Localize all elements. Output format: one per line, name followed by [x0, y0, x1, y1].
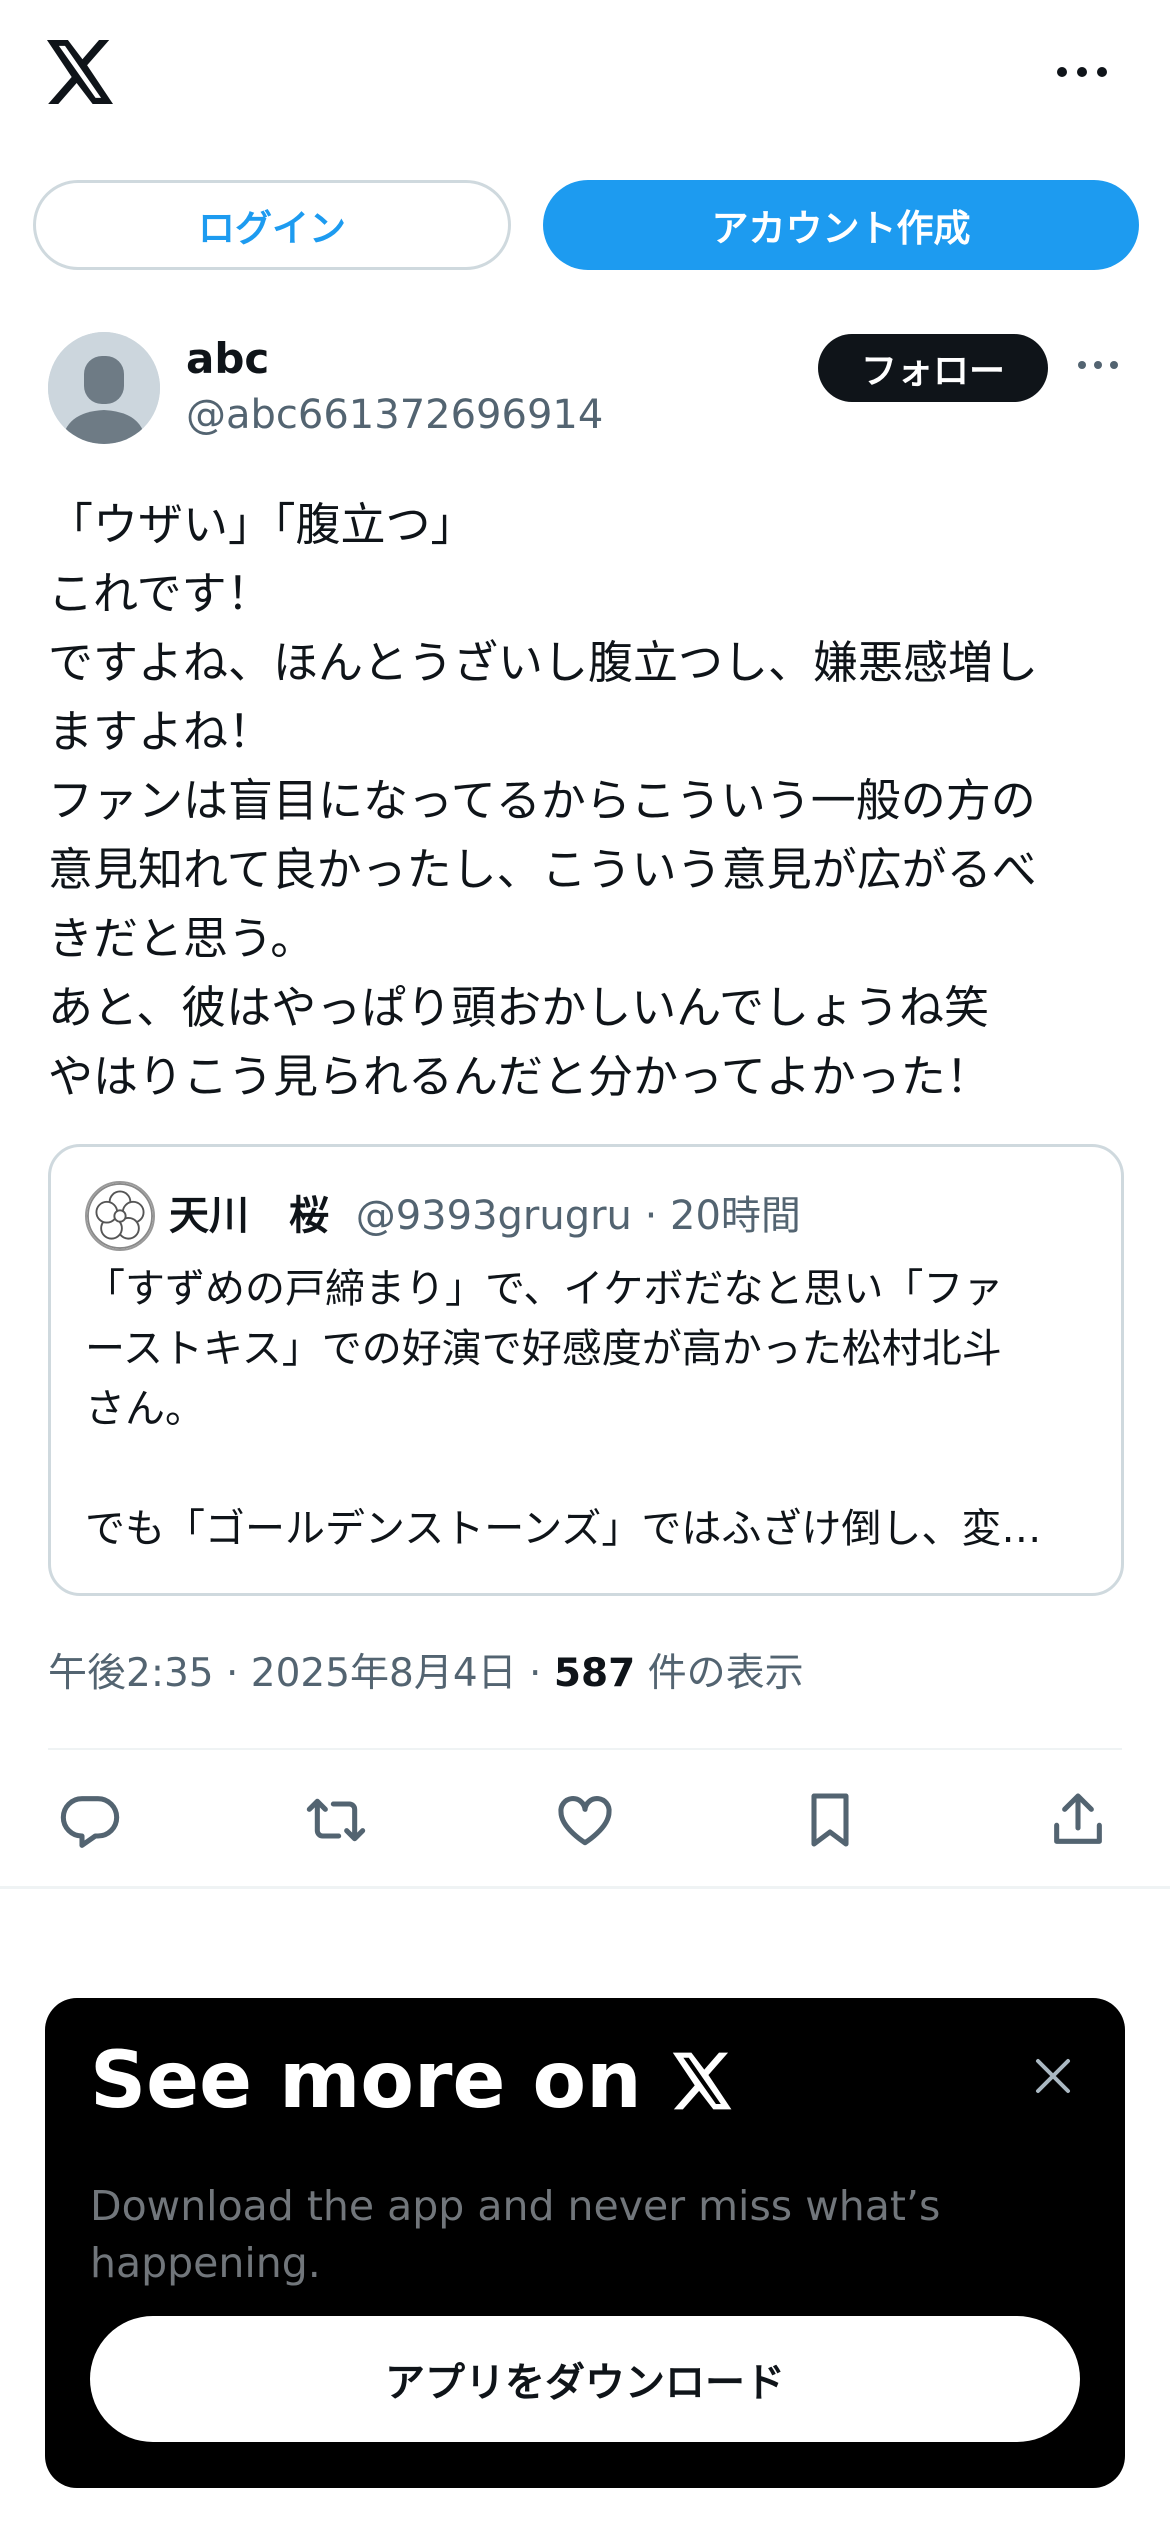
- promo-title-text: See more on: [90, 2036, 642, 2126]
- follow-button[interactable]: フォロー: [818, 334, 1048, 402]
- tweet-timestamp[interactable]: 午後2:35 · 2025年8月4日 ·: [48, 1651, 554, 1696]
- quoted-handle-time: @9393grugru · 20時間: [355, 1193, 801, 1239]
- quoted-text: 「すずめの戸締まり」で、イケボだなと思い「ファ ーストキス」での好演で好感度が高…: [85, 1266, 1042, 1552]
- retweet-icon[interactable]: [304, 1788, 368, 1852]
- x-logo-icon: [672, 2052, 732, 2110]
- download-app-button[interactable]: アプリをダウンロード: [90, 2316, 1080, 2442]
- promo-title: See more on: [90, 2036, 734, 2126]
- tweet-actions: [48, 1780, 1122, 1860]
- app-promo-card: See more on Download the app and never m…: [45, 1998, 1125, 2488]
- view-count: 587: [553, 1651, 636, 1696]
- top-bar: [0, 0, 1170, 150]
- display-name[interactable]: abc: [186, 334, 269, 383]
- quoted-tweet[interactable]: 天川 桜 @9393grugru · 20時間 「すずめの戸締まり」で、イケボだ…: [48, 1144, 1124, 1596]
- more-dots-icon[interactable]: [1052, 58, 1112, 86]
- share-icon[interactable]: [1046, 1788, 1110, 1852]
- view-label: 件の表示: [635, 1651, 804, 1696]
- quoted-display-name: 天川 桜: [169, 1193, 329, 1239]
- auth-buttons: ログイン アカウント作成: [33, 180, 1139, 270]
- promo-subtitle: Download the app and never miss what’s h…: [90, 2182, 941, 2287]
- like-icon[interactable]: [553, 1788, 617, 1852]
- close-icon[interactable]: [1033, 2056, 1073, 2096]
- user-handle[interactable]: @abc661372696914: [186, 392, 603, 438]
- tweet-text: 「ウザい」「腹立つ」 これです！ ですよね、ほんとうざいし腹立つし、嫌悪感増し …: [48, 498, 1039, 1103]
- create-account-button[interactable]: アカウント作成: [543, 180, 1139, 270]
- quoted-avatar: [85, 1181, 155, 1251]
- bookmark-icon[interactable]: [798, 1788, 862, 1852]
- section-divider: [0, 1886, 1170, 1889]
- tweet-more-icon[interactable]: [1076, 354, 1120, 376]
- tweet-meta: 午後2:35 · 2025年8月4日 · 587 件の表示: [48, 1642, 804, 1698]
- login-button[interactable]: ログイン: [33, 180, 511, 270]
- quoted-header: 天川 桜 @9393grugru · 20時間: [169, 1183, 801, 1241]
- x-logo-icon[interactable]: [46, 40, 116, 104]
- default-avatar-icon: [48, 332, 160, 444]
- divider: [48, 1748, 1122, 1750]
- avatar[interactable]: [48, 332, 160, 444]
- reply-icon[interactable]: [58, 1788, 122, 1852]
